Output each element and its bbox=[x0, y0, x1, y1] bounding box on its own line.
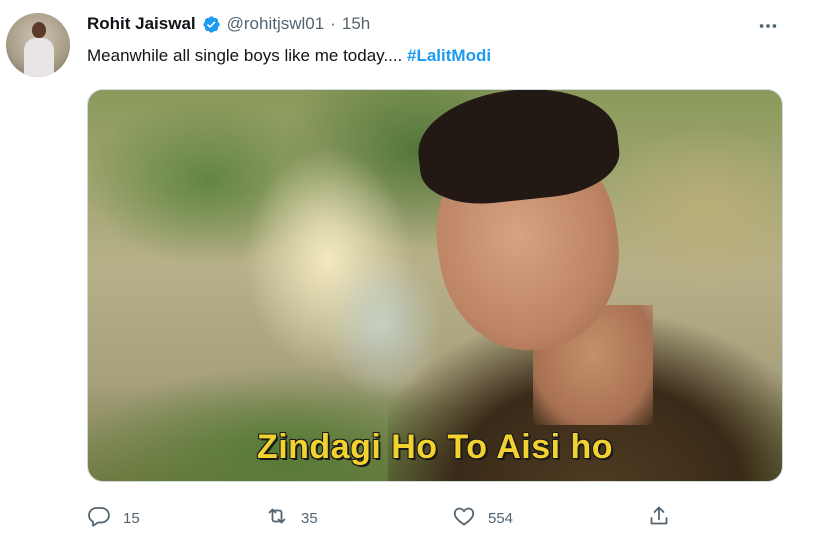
tweet-time[interactable]: 15h bbox=[342, 14, 370, 34]
tweet-media-image[interactable]: Zindagi Ho To Aisi ho bbox=[87, 89, 783, 482]
hashtag-link[interactable]: #LalitModi bbox=[407, 46, 491, 65]
retweet-icon bbox=[265, 504, 289, 532]
author-name[interactable]: Rohit Jaiswal bbox=[87, 14, 196, 34]
retweet-button[interactable]: 35 bbox=[265, 504, 318, 532]
like-count: 554 bbox=[488, 509, 514, 527]
tweet-actions: 15 35 554 bbox=[87, 504, 687, 532]
tweet-card: Rohit Jaiswal @rohitjswl01 · 15h Meanwhi… bbox=[0, 0, 813, 550]
share-button[interactable] bbox=[647, 504, 671, 532]
author-handle[interactable]: @rohitjswl01 bbox=[227, 14, 325, 34]
reply-count: 15 bbox=[123, 509, 140, 527]
header-separator: · bbox=[330, 14, 336, 33]
heart-icon bbox=[452, 504, 476, 532]
tweet-body-text: Meanwhile all single boys like me today.… bbox=[87, 46, 408, 65]
avatar-body bbox=[24, 38, 54, 77]
share-icon bbox=[647, 504, 671, 532]
reply-icon bbox=[87, 504, 111, 532]
tweet-text: Meanwhile all single boys like me today.… bbox=[87, 46, 491, 66]
reply-button[interactable]: 15 bbox=[87, 504, 140, 532]
avatar[interactable] bbox=[6, 13, 70, 77]
avatar-head bbox=[32, 22, 46, 38]
retweet-count: 35 bbox=[301, 509, 318, 527]
more-dots-icon[interactable] bbox=[753, 14, 783, 38]
like-button[interactable]: 554 bbox=[452, 504, 513, 532]
tweet-header: Rohit Jaiswal @rohitjswl01 · 15h bbox=[87, 14, 370, 34]
media-caption: Zindagi Ho To Aisi ho bbox=[256, 428, 614, 466]
verified-badge-icon bbox=[202, 15, 221, 34]
